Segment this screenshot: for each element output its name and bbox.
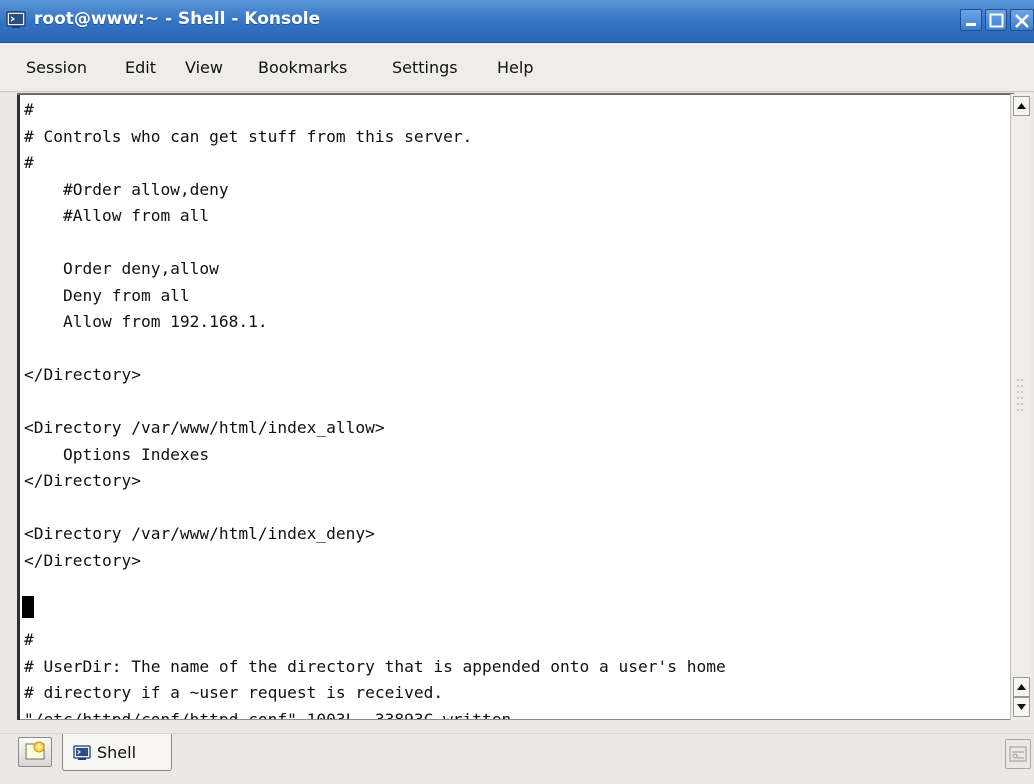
terminal-cursor	[22, 596, 34, 618]
terminal-icon	[6, 11, 26, 29]
terminal-line: <Directory /var/www/html/index_allow>	[24, 418, 385, 437]
terminal-line: # Controls who can get stuff from this s…	[24, 126, 473, 146]
menu-bar: Session Edit View Bookmarks Settings Hel…	[0, 43, 1034, 92]
arrow-down-icon	[1017, 704, 1026, 710]
maximize-button[interactable]	[985, 9, 1007, 31]
window-title: root@www:~ - Shell - Konsole	[34, 9, 321, 29]
terminal-line: # UserDir: The name of the directory tha…	[24, 656, 726, 676]
new-tab-icon	[25, 741, 45, 760]
terminal-line: <Directory /var/www/html/index_deny>	[24, 524, 375, 543]
konsole-window: root@www:~ - Shell - Konsole Session Edi…	[0, 0, 1034, 784]
terminal-line: </Directory>	[24, 365, 141, 384]
terminal-line: # directory if a ~user request is receiv…	[24, 683, 444, 702]
scroll-down-button[interactable]	[1013, 697, 1030, 717]
menu-help[interactable]: Help	[497, 58, 533, 77]
terminal-line: #Allow from all	[24, 206, 210, 225]
terminal-line: Options Indexes	[24, 444, 210, 464]
arrow-up-icon	[1017, 103, 1026, 109]
terminal-line: "/etc/httpd/conf/httpd.conf" 1003L, 3389…	[24, 709, 512, 720]
arrow-up-icon	[1017, 684, 1026, 690]
scroll-up-top-button[interactable]	[1013, 96, 1030, 116]
maximize-icon	[989, 13, 1004, 28]
terminal-line: Deny from all	[24, 285, 190, 305]
menu-edit[interactable]: Edit	[125, 58, 156, 77]
menu-settings[interactable]: Settings	[392, 58, 458, 77]
minimize-button[interactable]	[960, 9, 982, 31]
menu-view[interactable]: View	[185, 58, 223, 77]
terminal-line: #Order allow,deny	[24, 179, 229, 199]
close-tab-button[interactable]	[1005, 739, 1031, 769]
title-bar[interactable]: root@www:~ - Shell - Konsole	[0, 0, 1034, 43]
terminal-line: </Directory>	[24, 471, 141, 490]
close-window-button[interactable]	[1010, 9, 1034, 31]
menu-session[interactable]: Session	[26, 58, 87, 77]
terminal-line: Order deny,allow	[24, 259, 219, 278]
terminal-output[interactable]: # # Controls who can get stuff from this…	[24, 97, 1009, 719]
close-tab-icon	[1009, 746, 1027, 762]
terminal-line: #	[24, 630, 34, 649]
tab-label: Shell	[97, 743, 137, 762]
terminal-line: </Directory>	[24, 550, 141, 570]
close-icon	[1015, 14, 1029, 28]
scrollbar-thumb[interactable]	[1013, 116, 1030, 756]
vertical-scrollbar[interactable]	[1010, 94, 1031, 720]
menu-bookmarks[interactable]: Bookmarks	[258, 58, 347, 77]
scrollbar-grip-icon	[1016, 377, 1026, 413]
scroll-up-button[interactable]	[1013, 677, 1030, 697]
minimize-icon	[966, 23, 976, 26]
terminal-line: #	[24, 153, 34, 172]
new-tab-button[interactable]	[18, 737, 52, 767]
terminal-icon	[73, 745, 91, 761]
terminal-edge	[17, 95, 20, 720]
tab-shell[interactable]: Shell	[62, 734, 172, 771]
terminal-line: #	[24, 100, 34, 119]
terminal-line: Allow from 192.168.1.	[24, 312, 268, 331]
